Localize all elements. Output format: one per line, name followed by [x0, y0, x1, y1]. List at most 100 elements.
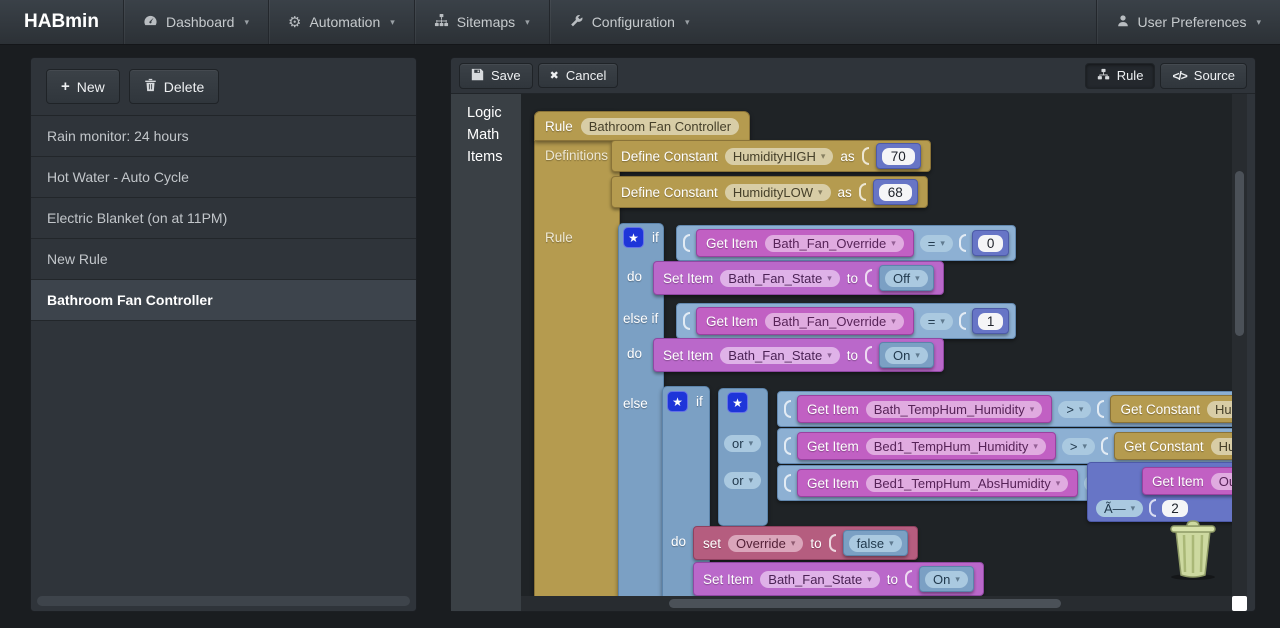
number-value[interactable]: 0 — [977, 234, 1004, 252]
get-item-block[interactable]: Get Item Bath_TempHum_Humidity — [797, 395, 1053, 423]
state-block[interactable]: On — [919, 566, 974, 592]
get-constant-block[interactable]: Get Constant HumidityHIGH — [1114, 432, 1234, 460]
item-dropdown[interactable]: Bath_Fan_Override — [764, 312, 904, 330]
operator-dropdown[interactable]: = — [919, 234, 953, 252]
cancel-button[interactable]: ✖ Cancel — [537, 63, 619, 88]
constant-name-dropdown[interactable]: HumidityLOW — [724, 183, 831, 201]
number-block[interactable]: 1 — [971, 308, 1010, 334]
mutator-star-icon[interactable]: ★ — [667, 391, 688, 412]
app-logo[interactable]: HABmin — [0, 0, 123, 44]
get-item-label: Get Item — [706, 313, 758, 329]
rule-view-button[interactable]: Rule — [1084, 62, 1156, 89]
condition-block[interactable]: Get Item Bed1_TempHum_Humidity > Get Con… — [777, 428, 1234, 464]
nav-automation[interactable]: ⚙ Automation ▾ — [267, 0, 414, 44]
define-constant-block[interactable]: Define Constant HumidityHIGH as 70 — [611, 140, 931, 172]
condition-block[interactable]: Get Item Bed1_TempHum_AbsHumidity > — [777, 465, 1138, 501]
get-item-block[interactable]: Get Item Bed1_TempHum_AbsHumidity — [797, 469, 1079, 497]
palette-category-math[interactable]: Math — [467, 124, 521, 146]
state-block[interactable]: Off — [879, 265, 934, 291]
nav-sitemaps[interactable]: Sitemaps ▾ — [413, 0, 549, 44]
get-constant-block[interactable]: Get Constant HumidityHIGH — [1110, 395, 1234, 423]
set-item-block[interactable]: Set Item Bath_Fan_State to On — [693, 562, 984, 596]
or-dropdown[interactable]: or — [724, 472, 762, 489]
palette-category-logic[interactable]: Logic — [467, 102, 521, 124]
number-block[interactable]: 0 — [971, 230, 1010, 256]
nav-dashboard[interactable]: Dashboard ▾ — [122, 0, 268, 44]
rule-block-body[interactable] — [534, 111, 620, 598]
get-item-block[interactable]: Get Item Bed1_TempHum_Humidity — [797, 432, 1056, 460]
operator-dropdown[interactable]: > — [1061, 437, 1096, 455]
rule-list-item[interactable]: Electric Blanket (on at 11PM) — [31, 198, 416, 239]
sidebar-scrollbar[interactable] — [37, 596, 410, 606]
vertical-scrollbar-thumb[interactable] — [1235, 171, 1244, 336]
item-dropdown[interactable]: Bath_TempHum_Humidity — [865, 400, 1043, 418]
vertical-scrollbar-track[interactable] — [1232, 94, 1247, 598]
state-dropdown[interactable]: Off — [885, 269, 928, 287]
get-item-block[interactable]: Get Item Bath_Fan_Override — [696, 307, 914, 335]
get-item-block[interactable]: Get Item Out — [1142, 467, 1234, 495]
or-dropdown[interactable]: or — [724, 435, 762, 452]
dashboard-icon — [143, 13, 158, 31]
set-variable-block[interactable]: set Override to false — [693, 526, 918, 560]
set-item-block[interactable]: Set Item Bath_Fan_State to On — [653, 338, 944, 372]
save-button[interactable]: Save — [459, 62, 533, 89]
define-constant-label: Define Constant — [621, 184, 718, 200]
condition-block[interactable]: Get Item Bath_Fan_Override = 0 — [676, 225, 1017, 261]
state-dropdown[interactable]: On — [925, 570, 968, 588]
number-value[interactable]: 1 — [977, 312, 1004, 330]
constant-dropdown[interactable]: HumidityHIGH — [1206, 400, 1234, 418]
mutator-star-icon[interactable]: ★ — [727, 392, 748, 413]
item-dropdown[interactable]: Bed1_TempHum_Humidity — [865, 437, 1046, 455]
value-block[interactable]: false — [842, 530, 908, 556]
source-view-button[interactable]: </> Source — [1160, 62, 1247, 89]
item-dropdown[interactable]: Bath_Fan_State — [720, 269, 840, 287]
number-value[interactable]: 2 — [1162, 499, 1188, 517]
rule-list-item[interactable]: New Rule — [31, 239, 416, 280]
rule-list-item[interactable]: Rain monitor: 24 hours — [31, 116, 416, 157]
item-dropdown[interactable]: Bath_Fan_State — [720, 346, 840, 364]
nav-configuration[interactable]: Configuration ▾ — [548, 0, 709, 44]
variable-dropdown[interactable]: Override — [728, 534, 804, 552]
palette-category-items[interactable]: Items — [467, 146, 521, 168]
item-dropdown[interactable]: Bath_Fan_Override — [764, 234, 904, 252]
new-rule-button[interactable]: + New — [46, 69, 120, 104]
arithmetic-block[interactable]: Get Item Out Ã— 2 — [1087, 462, 1234, 522]
operator-dropdown[interactable]: > — [1058, 400, 1092, 418]
multiply-operator-dropdown[interactable]: Ã— — [1096, 499, 1144, 517]
operator-dropdown[interactable]: = — [919, 312, 953, 330]
horizontal-scrollbar-track[interactable] — [521, 596, 1234, 611]
item-dropdown[interactable]: Bath_Fan_State — [760, 570, 880, 588]
get-item-block[interactable]: Get Item Bath_Fan_Override — [696, 229, 914, 257]
number-block[interactable]: 70 — [875, 143, 921, 169]
get-item-label: Get Item — [807, 401, 859, 417]
blockly-workspace[interactable]: Rule Bathroom Fan Controller Definitions… — [521, 94, 1234, 598]
delete-rule-button[interactable]: Delete — [128, 69, 220, 104]
condition-block[interactable]: Get Item Bath_Fan_Override = 1 — [676, 303, 1017, 339]
trashcan-icon[interactable] — [1164, 517, 1222, 586]
number-block[interactable]: 68 — [872, 179, 918, 205]
scrollbar-corner — [1232, 596, 1247, 611]
item-dropdown[interactable]: Bed1_TempHum_AbsHumidity — [865, 474, 1069, 492]
state-block[interactable]: On — [879, 342, 934, 368]
number-value[interactable]: 68 — [878, 183, 912, 201]
rule-name-field[interactable]: Bathroom Fan Controller — [580, 117, 740, 135]
state-dropdown[interactable]: On — [885, 346, 928, 364]
boolean-dropdown[interactable]: false — [848, 534, 902, 552]
horizontal-scrollbar-thumb[interactable] — [669, 599, 1061, 608]
condition-block[interactable]: Get Item Bath_TempHum_Humidity > Get Con… — [777, 391, 1234, 427]
rule-list-item[interactable]: Hot Water - Auto Cycle — [31, 157, 416, 198]
constant-name-dropdown[interactable]: HumidityHIGH — [724, 147, 834, 165]
editor-toolbar: Save ✖ Cancel Rule </> Source — [451, 58, 1255, 94]
define-constant-block[interactable]: Define Constant HumidityLOW as 68 — [611, 176, 928, 208]
if-label: if — [696, 394, 703, 409]
rule-block-header[interactable]: Rule Bathroom Fan Controller — [534, 111, 751, 141]
mutator-star-icon[interactable]: ★ — [623, 227, 644, 248]
user-preferences-menu[interactable]: User Preferences ▾ — [1095, 0, 1280, 44]
set-item-block[interactable]: Set Item Bath_Fan_State to Off — [653, 261, 944, 295]
rule-list-item-selected[interactable]: Bathroom Fan Controller — [31, 280, 416, 321]
number-value[interactable]: 70 — [881, 147, 915, 165]
constant-dropdown[interactable]: HumidityHIGH — [1210, 437, 1234, 455]
rule-section-label: Rule — [545, 230, 573, 245]
navbar-spacer — [709, 0, 1096, 44]
item-dropdown[interactable]: Out — [1210, 472, 1234, 490]
